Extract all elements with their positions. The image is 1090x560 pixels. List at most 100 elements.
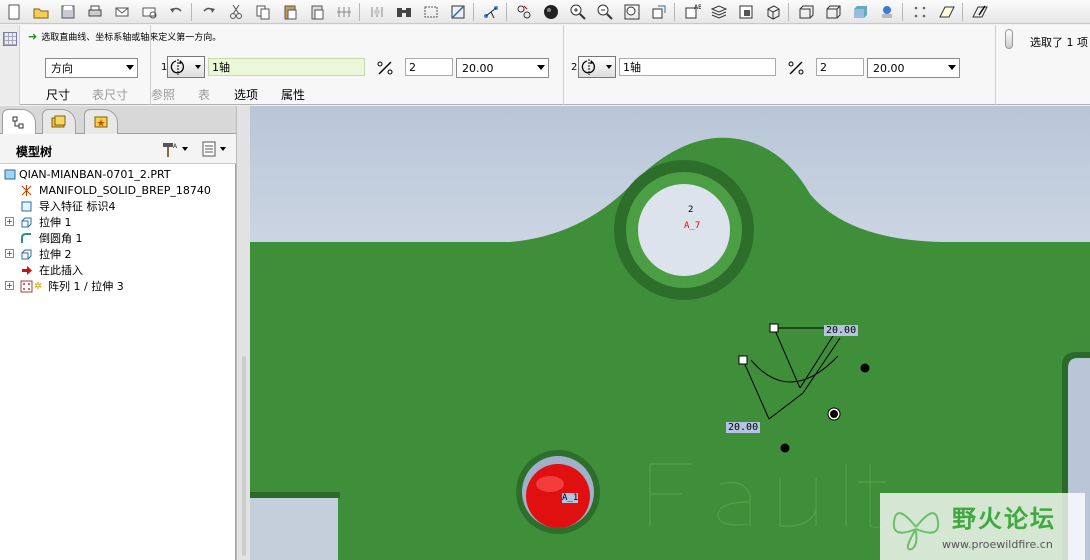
zoom-in-button[interactable] — [568, 2, 588, 22]
tab-model-tree[interactable] — [2, 109, 36, 135]
folder-icon — [51, 115, 66, 128]
message-prompt: ➜ 选取直曲线、坐标系轴或轴来定义第一方向。 — [28, 30, 221, 43]
print-button[interactable] — [85, 2, 105, 22]
email-button[interactable] — [112, 2, 132, 22]
no-hidden-icon — [826, 5, 841, 19]
pattern-type-select[interactable]: 方向 — [45, 58, 138, 78]
tree-item-extrude-2[interactable]: + 拉伸 2 — [0, 246, 236, 262]
new-button[interactable] — [4, 2, 24, 22]
navigator-panel: 模型树 A QIAN-MIANBAN-0701_2.PRT MANIFOLD_S… — [0, 106, 236, 560]
axis1-spacing-select[interactable]: 20.00 — [456, 58, 549, 78]
prompt-text: 选取直曲线、坐标系轴或轴来定义第一方向。 — [41, 33, 222, 43]
grid-icon[interactable] — [3, 32, 17, 46]
datum-plane-button[interactable] — [937, 2, 957, 22]
datum-axis-icon — [484, 6, 498, 19]
tree-item-extrude-1[interactable]: + 拉伸 1 — [0, 214, 236, 230]
expand-icon[interactable]: + — [5, 249, 14, 258]
tree-settings-button[interactable]: A — [160, 139, 194, 159]
datum-axis-button[interactable] — [481, 2, 501, 22]
axis1-reference-field[interactable]: 1轴 — [208, 58, 365, 76]
flip-direction-icon[interactable] — [786, 58, 806, 78]
saved-views-icon: AB — [685, 4, 701, 19]
graphics-window[interactable]: 2 A_7 20.00 20.00 A_1 野火论坛 www.proewildf… — [250, 106, 1090, 560]
chevron-down-icon — [220, 147, 226, 151]
zoom-in-icon — [570, 4, 586, 20]
tree-item-insert-here[interactable]: 在此插入 — [0, 262, 236, 278]
tab-properties[interactable]: 属性 — [281, 86, 305, 103]
hidden-line-button[interactable] — [796, 2, 816, 22]
redo-button[interactable] — [199, 2, 219, 22]
open-button[interactable] — [31, 2, 51, 22]
selected-axis-label[interactable]: A_1 — [562, 493, 579, 503]
open-icon — [33, 8, 49, 19]
undo-button[interactable] — [166, 2, 186, 22]
reorient-button[interactable] — [649, 2, 669, 22]
model-tree-header: 模型树 A — [0, 134, 236, 164]
settings-icon — [914, 6, 926, 18]
axis2-count-input[interactable]: 2 — [816, 58, 864, 76]
tab-favorites[interactable] — [84, 109, 118, 134]
select-box-button[interactable] — [421, 2, 441, 22]
tree-show-button[interactable] — [200, 139, 234, 159]
sketch-button[interactable] — [970, 2, 990, 22]
spin-center-icon — [517, 5, 531, 19]
tree-item-csys[interactable]: MANIFOLD_SOLID_BREP_18740 — [0, 182, 236, 198]
view-manager-button[interactable] — [736, 2, 756, 22]
tab-folder-browser[interactable] — [42, 109, 76, 134]
tab-table-dimensions: 表尺寸 — [92, 88, 129, 102]
axis2-spacing-select[interactable]: 20.00 — [867, 58, 960, 78]
wireframe-button[interactable] — [763, 2, 783, 22]
datum-display-button[interactable] — [448, 2, 468, 22]
axis-label[interactable]: A_7 — [684, 221, 700, 231]
spin-center-button[interactable] — [514, 2, 534, 22]
toolbar-separator — [359, 3, 360, 21]
email-attach-button[interactable] — [139, 2, 159, 22]
appearance-button[interactable] — [541, 2, 561, 22]
extrude-icon — [21, 249, 32, 259]
saved-views-button[interactable]: AB — [682, 2, 702, 22]
settings-button[interactable] — [910, 2, 930, 22]
regenerate-button[interactable] — [334, 2, 354, 22]
layers-icon — [710, 5, 728, 19]
find-button[interactable] — [394, 2, 414, 22]
pattern-member-3 — [780, 443, 790, 453]
tree-item-import[interactable]: 导入特征 标识4 — [0, 198, 236, 214]
dimension-top[interactable]: 20.00 — [824, 325, 859, 336]
no-hidden-button[interactable] — [823, 2, 843, 22]
dimension-bottom[interactable]: 20.00 — [726, 422, 761, 433]
layers-button[interactable] — [709, 2, 729, 22]
copy-button[interactable] — [253, 2, 273, 22]
paste-button[interactable] — [280, 2, 300, 22]
paste-special-button[interactable] — [307, 2, 327, 22]
model-tree-button[interactable] — [877, 2, 897, 22]
axis2-type-button[interactable] — [578, 56, 616, 78]
axis-rotate-icon — [581, 59, 596, 75]
cut-button[interactable] — [226, 2, 246, 22]
zoom-out-button[interactable] — [595, 2, 615, 22]
splitter-grip[interactable] — [242, 356, 246, 556]
chevron-down-icon — [126, 65, 134, 70]
expand-icon[interactable]: + — [5, 217, 14, 226]
tree-item-label: 拉伸 1 — [39, 216, 72, 229]
axis1-count-input[interactable]: 2 — [405, 58, 453, 76]
part-edge — [250, 492, 340, 498]
axis2-reference-field[interactable]: 1轴 — [619, 58, 776, 76]
hidden-line-icon — [799, 5, 814, 19]
prompt-arrow-icon: ➜ — [28, 30, 38, 43]
shading-button[interactable] — [850, 2, 870, 22]
tab-dimensions[interactable]: 尺寸 — [46, 86, 70, 103]
tree-item-label: 阵列 1 / 拉伸 3 — [48, 280, 124, 293]
expand-icon[interactable]: + — [5, 281, 14, 290]
regenerate-manager-button[interactable] — [367, 2, 387, 22]
save-button[interactable] — [58, 2, 78, 22]
axis1-type-button[interactable] — [167, 56, 205, 78]
tree-item-label: 倒圆角 1 — [39, 232, 83, 245]
refit-button[interactable] — [622, 2, 642, 22]
tree-item-round-1[interactable]: 倒圆角 1 — [0, 230, 236, 246]
toolbar-separator — [962, 3, 963, 21]
tree-item-part[interactable]: QIAN-MIANBAN-0701_2.PRT — [0, 166, 236, 182]
flip-direction-icon[interactable] — [375, 58, 395, 78]
panel-splitter[interactable] — [236, 106, 250, 560]
tab-options[interactable]: 选项 — [234, 86, 258, 103]
tree-item-pattern-1[interactable]: + ✲ 阵列 1 / 拉伸 3 — [0, 278, 236, 294]
